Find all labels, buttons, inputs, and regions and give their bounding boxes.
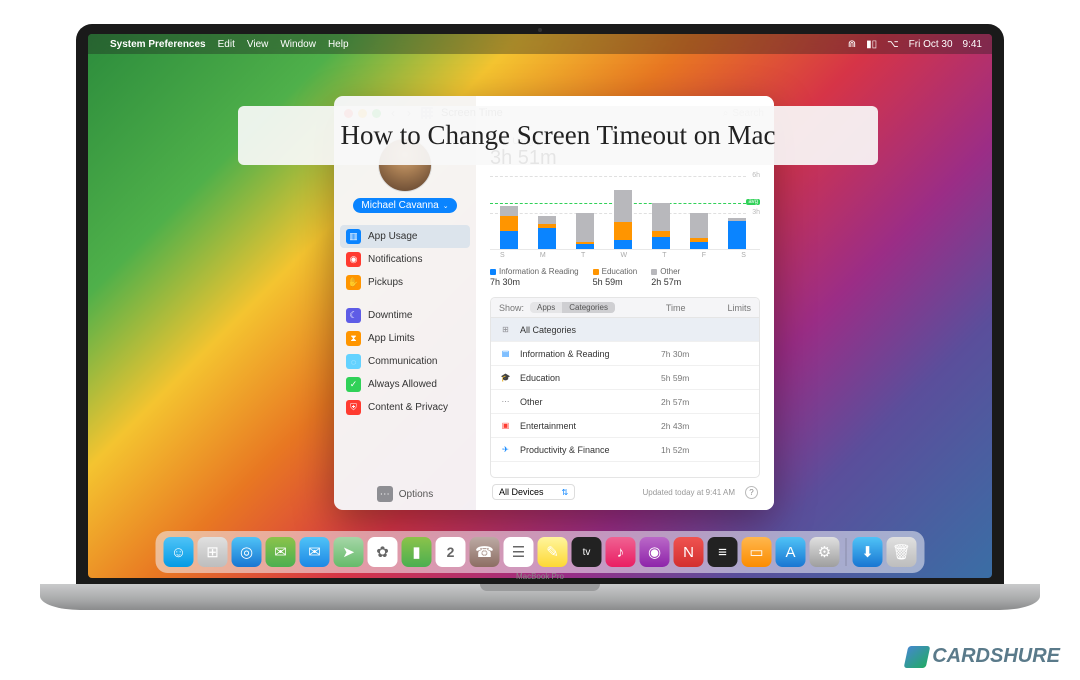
dock-stocks[interactable]: ≡ bbox=[708, 537, 738, 567]
dock-downloads[interactable]: ⬇ bbox=[853, 537, 883, 567]
watermark: CARDSHURE bbox=[906, 645, 1060, 668]
chevron-down-icon: ⌄ bbox=[443, 202, 449, 210]
col-time: Time bbox=[666, 303, 686, 313]
laptop-frame: System Preferences Edit View Window Help… bbox=[76, 24, 1004, 624]
camera-icon bbox=[538, 28, 542, 32]
dock-messages[interactable]: ✉ bbox=[266, 537, 296, 567]
sidebar-item-content-privacy[interactable]: ⛨Content & Privacy bbox=[340, 396, 470, 419]
dock-reminders[interactable]: ☰ bbox=[504, 537, 534, 567]
table-row[interactable]: ▣Entertainment2h 43m bbox=[491, 414, 759, 438]
dock: ☺⊞◎✉✉➤✿▮2☎☰✎tv♪◉N≡▭A⚙⬇🗑 bbox=[156, 531, 925, 573]
segment-categories[interactable]: Categories bbox=[562, 302, 615, 313]
help-button[interactable]: ? bbox=[745, 486, 758, 499]
downtime-icon: ☾ bbox=[346, 308, 361, 323]
battery-icon[interactable]: ▮▯ bbox=[866, 39, 877, 50]
watermark-icon bbox=[904, 646, 931, 668]
communication-icon: ◌ bbox=[346, 354, 361, 369]
menubar-app-name[interactable]: System Preferences bbox=[110, 39, 206, 50]
show-label: Show: bbox=[499, 303, 524, 313]
table-row[interactable]: ▤Information & Reading7h 30m bbox=[491, 342, 759, 366]
table-row[interactable]: ⋯Other2h 57m bbox=[491, 390, 759, 414]
menubar-item-edit[interactable]: Edit bbox=[218, 39, 235, 50]
dock-books[interactable]: ▭ bbox=[742, 537, 772, 567]
dock-maps[interactable]: ➤ bbox=[334, 537, 364, 567]
dock-news[interactable]: N bbox=[674, 537, 704, 567]
category-table: Show: Apps Categories Time Limits ⊞All C… bbox=[490, 297, 760, 478]
options-icon: ⋯ bbox=[377, 486, 393, 502]
content-privacy-icon: ⛨ bbox=[346, 400, 361, 415]
table-row[interactable]: ✈Productivity & Finance1h 52m bbox=[491, 438, 759, 462]
table-row[interactable]: ⊞All Categories bbox=[491, 318, 759, 342]
updated-label: Updated today at 9:41 AM bbox=[642, 488, 735, 497]
segment-control[interactable]: Apps Categories bbox=[530, 302, 615, 313]
dock-mail[interactable]: ✉ bbox=[300, 537, 330, 567]
dock-launchpad[interactable]: ⊞ bbox=[198, 537, 228, 567]
sidebar-item-app-limits[interactable]: ⧗App Limits bbox=[340, 327, 470, 350]
category-icon: ⊞ bbox=[499, 323, 512, 336]
menubar-item-view[interactable]: View bbox=[247, 39, 269, 50]
notifications-icon: ◉ bbox=[346, 252, 361, 267]
sidebar-item-communication[interactable]: ◌Communication bbox=[340, 350, 470, 373]
device-selector[interactable]: All Devices ⇅ bbox=[492, 484, 575, 500]
dock-notes[interactable]: ✎ bbox=[538, 537, 568, 567]
app-limits-icon: ⧗ bbox=[346, 331, 361, 346]
dock-preferences[interactable]: ⚙ bbox=[810, 537, 840, 567]
dock-music[interactable]: ♪ bbox=[606, 537, 636, 567]
category-icon: 🎓 bbox=[499, 371, 512, 384]
category-icon: ▣ bbox=[499, 419, 512, 432]
dock-calendar[interactable]: 2 bbox=[436, 537, 466, 567]
app-usage-icon: ▥ bbox=[346, 229, 361, 244]
dock-safari[interactable]: ◎ bbox=[232, 537, 262, 567]
menubar-item-window[interactable]: Window bbox=[280, 39, 316, 50]
chart-x-axis: SMTWTFS bbox=[490, 250, 760, 259]
sidebar-item-app-usage[interactable]: ▥App Usage bbox=[340, 225, 470, 248]
always-allowed-icon: ✓ bbox=[346, 377, 361, 392]
segment-apps[interactable]: Apps bbox=[530, 302, 562, 313]
dock-podcasts[interactable]: ◉ bbox=[640, 537, 670, 567]
category-icon: ⋯ bbox=[499, 395, 512, 408]
col-limits: Limits bbox=[727, 303, 751, 313]
sidebar-item-pickups[interactable]: ✋Pickups bbox=[340, 271, 470, 294]
user-selector[interactable]: Michael Cavanna ⌄ bbox=[353, 198, 456, 213]
menubar-item-help[interactable]: Help bbox=[328, 39, 349, 50]
category-icon: ✈ bbox=[499, 443, 512, 456]
sidebar-options[interactable]: ⋯ Options bbox=[369, 478, 441, 510]
chart-legend: Information & Reading7h 30mEducation5h 5… bbox=[490, 267, 760, 287]
dock-finder[interactable]: ☺ bbox=[164, 537, 194, 567]
menubar-time[interactable]: 9:41 bbox=[963, 39, 982, 50]
dock-trash[interactable]: 🗑 bbox=[887, 537, 917, 567]
dock-photos[interactable]: ✿ bbox=[368, 537, 398, 567]
chevron-updown-icon: ⇅ bbox=[562, 488, 569, 497]
dock-tv[interactable]: tv bbox=[572, 537, 602, 567]
control-center-icon[interactable]: ⌥ bbox=[887, 39, 899, 50]
menubar: System Preferences Edit View Window Help… bbox=[88, 34, 992, 54]
category-icon: ▤ bbox=[499, 347, 512, 360]
laptop-label: MacBook Pro bbox=[516, 572, 564, 581]
wifi-icon[interactable]: ⋒ bbox=[848, 39, 856, 50]
article-title-overlay: How to Change Screen Timeout on Mac bbox=[238, 106, 878, 165]
menubar-date[interactable]: Fri Oct 30 bbox=[909, 39, 953, 50]
dock-contacts[interactable]: ☎ bbox=[470, 537, 500, 567]
desktop: System Preferences Edit View Window Help… bbox=[88, 34, 992, 578]
dock-facetime[interactable]: ▮ bbox=[402, 537, 432, 567]
usage-chart: 6h3havg bbox=[490, 176, 760, 250]
sidebar-item-notifications[interactable]: ◉Notifications bbox=[340, 248, 470, 271]
pickups-icon: ✋ bbox=[346, 275, 361, 290]
dock-appstore[interactable]: A bbox=[776, 537, 806, 567]
laptop-base bbox=[40, 584, 1040, 610]
sidebar-item-always-allowed[interactable]: ✓Always Allowed bbox=[340, 373, 470, 396]
table-row[interactable]: 🎓Education5h 59m bbox=[491, 366, 759, 390]
sidebar-item-downtime[interactable]: ☾Downtime bbox=[340, 304, 470, 327]
